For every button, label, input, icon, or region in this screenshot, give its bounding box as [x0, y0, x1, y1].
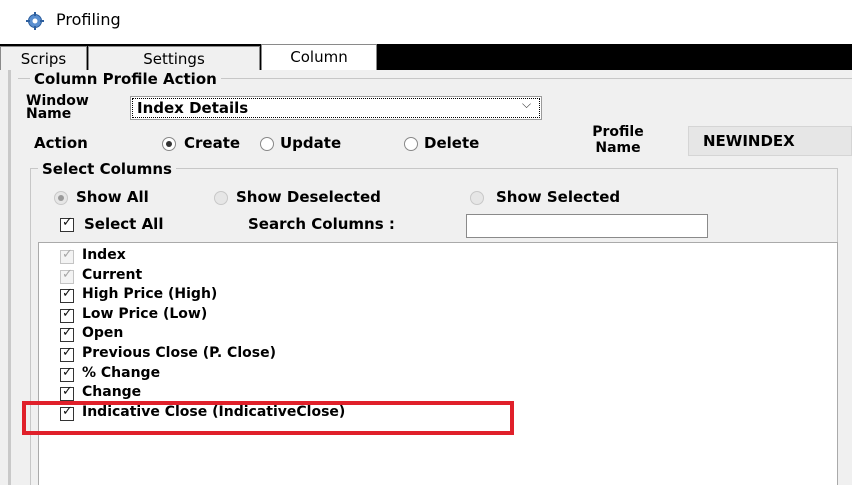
show-deselected-label[interactable]: Show Deselected [236, 188, 381, 206]
delete-radio-label[interactable]: Delete [424, 134, 479, 152]
title-bar [0, 0, 852, 40]
select-all-label[interactable]: Select All [84, 215, 163, 233]
list-item-checkbox[interactable]: ✓ [60, 345, 74, 362]
list-item-label: Change [82, 384, 142, 401]
chevron-down-icon[interactable]: ⌵ [522, 97, 531, 112]
list-item[interactable]: ✓ Open [40, 325, 830, 344]
search-columns-input[interactable] [466, 214, 708, 238]
show-all-radio[interactable] [54, 191, 68, 205]
list-item-label: Low Price (Low) [82, 305, 208, 322]
list-item-label: Current [82, 266, 143, 283]
show-deselected-radio[interactable] [214, 191, 228, 205]
tab-settings[interactable]: Settings [88, 46, 260, 70]
list-item-checkbox[interactable]: ✓ [60, 384, 74, 402]
check-icon: ✓ [62, 325, 73, 341]
show-selected-label[interactable]: Show Selected [496, 188, 620, 206]
check-icon: ✓ [62, 364, 73, 380]
show-selected-radio[interactable] [470, 191, 484, 205]
select-columns-group-title: Select Columns [38, 160, 176, 178]
list-item-checkbox[interactable]: ✓ [60, 325, 74, 343]
list-item-checkbox[interactable]: ✓ [60, 266, 74, 284]
list-item[interactable]: ✓ Previous Close (P. Close) [40, 345, 830, 364]
check-icon: ✓ [62, 384, 73, 400]
check-icon: ✓ [62, 305, 73, 321]
window-name-value: Index Details [132, 98, 540, 118]
check-icon: ✓ [62, 266, 73, 282]
update-radio[interactable] [260, 137, 274, 151]
highlight-box [22, 401, 514, 435]
profile-name-field[interactable]: NEWINDEX [688, 126, 852, 156]
select-all-checkbox[interactable]: ✓ [60, 215, 74, 232]
window-title: Profiling [56, 10, 121, 29]
search-columns-label: Search Columns : [248, 215, 395, 233]
create-radio[interactable] [162, 137, 176, 151]
action-label: Action [34, 134, 88, 152]
list-item-label: Index [82, 247, 126, 263]
column-profile-group-title: Column Profile Action [30, 70, 221, 88]
list-item[interactable]: ✓ % Change [40, 365, 830, 384]
list-item-checkbox[interactable]: ✓ [60, 364, 74, 382]
update-radio-label[interactable]: Update [280, 134, 341, 152]
panel-edge [8, 70, 11, 485]
check-icon: ✓ [62, 345, 73, 360]
check-icon: ✓ [62, 215, 73, 230]
list-item[interactable]: ✓ Index [40, 247, 830, 266]
list-item-checkbox[interactable]: ✓ [60, 247, 74, 264]
create-radio-label[interactable]: Create [184, 134, 240, 152]
list-item-label: % Change [82, 364, 161, 381]
list-item-label: Open [82, 325, 124, 342]
list-item[interactable]: ✓ Current [40, 267, 830, 286]
list-item-label: High Price (High) [82, 286, 218, 303]
profile-name-label: Profile Name [592, 124, 644, 156]
list-item-checkbox[interactable]: ✓ [60, 305, 74, 323]
show-all-label[interactable]: Show All [76, 188, 149, 206]
window-name-label: Window Name [26, 93, 89, 122]
list-item[interactable]: ✓ High Price (High) [40, 286, 830, 305]
list-item-checkbox[interactable]: ✓ [60, 286, 74, 304]
gear-icon [26, 12, 44, 30]
list-item[interactable]: ✓ Low Price (Low) [40, 306, 830, 325]
list-item-label: Previous Close (P. Close) [82, 345, 276, 361]
tab-column[interactable]: Column [261, 44, 377, 70]
delete-radio[interactable] [404, 137, 418, 151]
check-icon: ✓ [62, 286, 73, 302]
tab-scrips[interactable]: Scrips [0, 46, 87, 70]
check-icon: ✓ [62, 247, 73, 262]
